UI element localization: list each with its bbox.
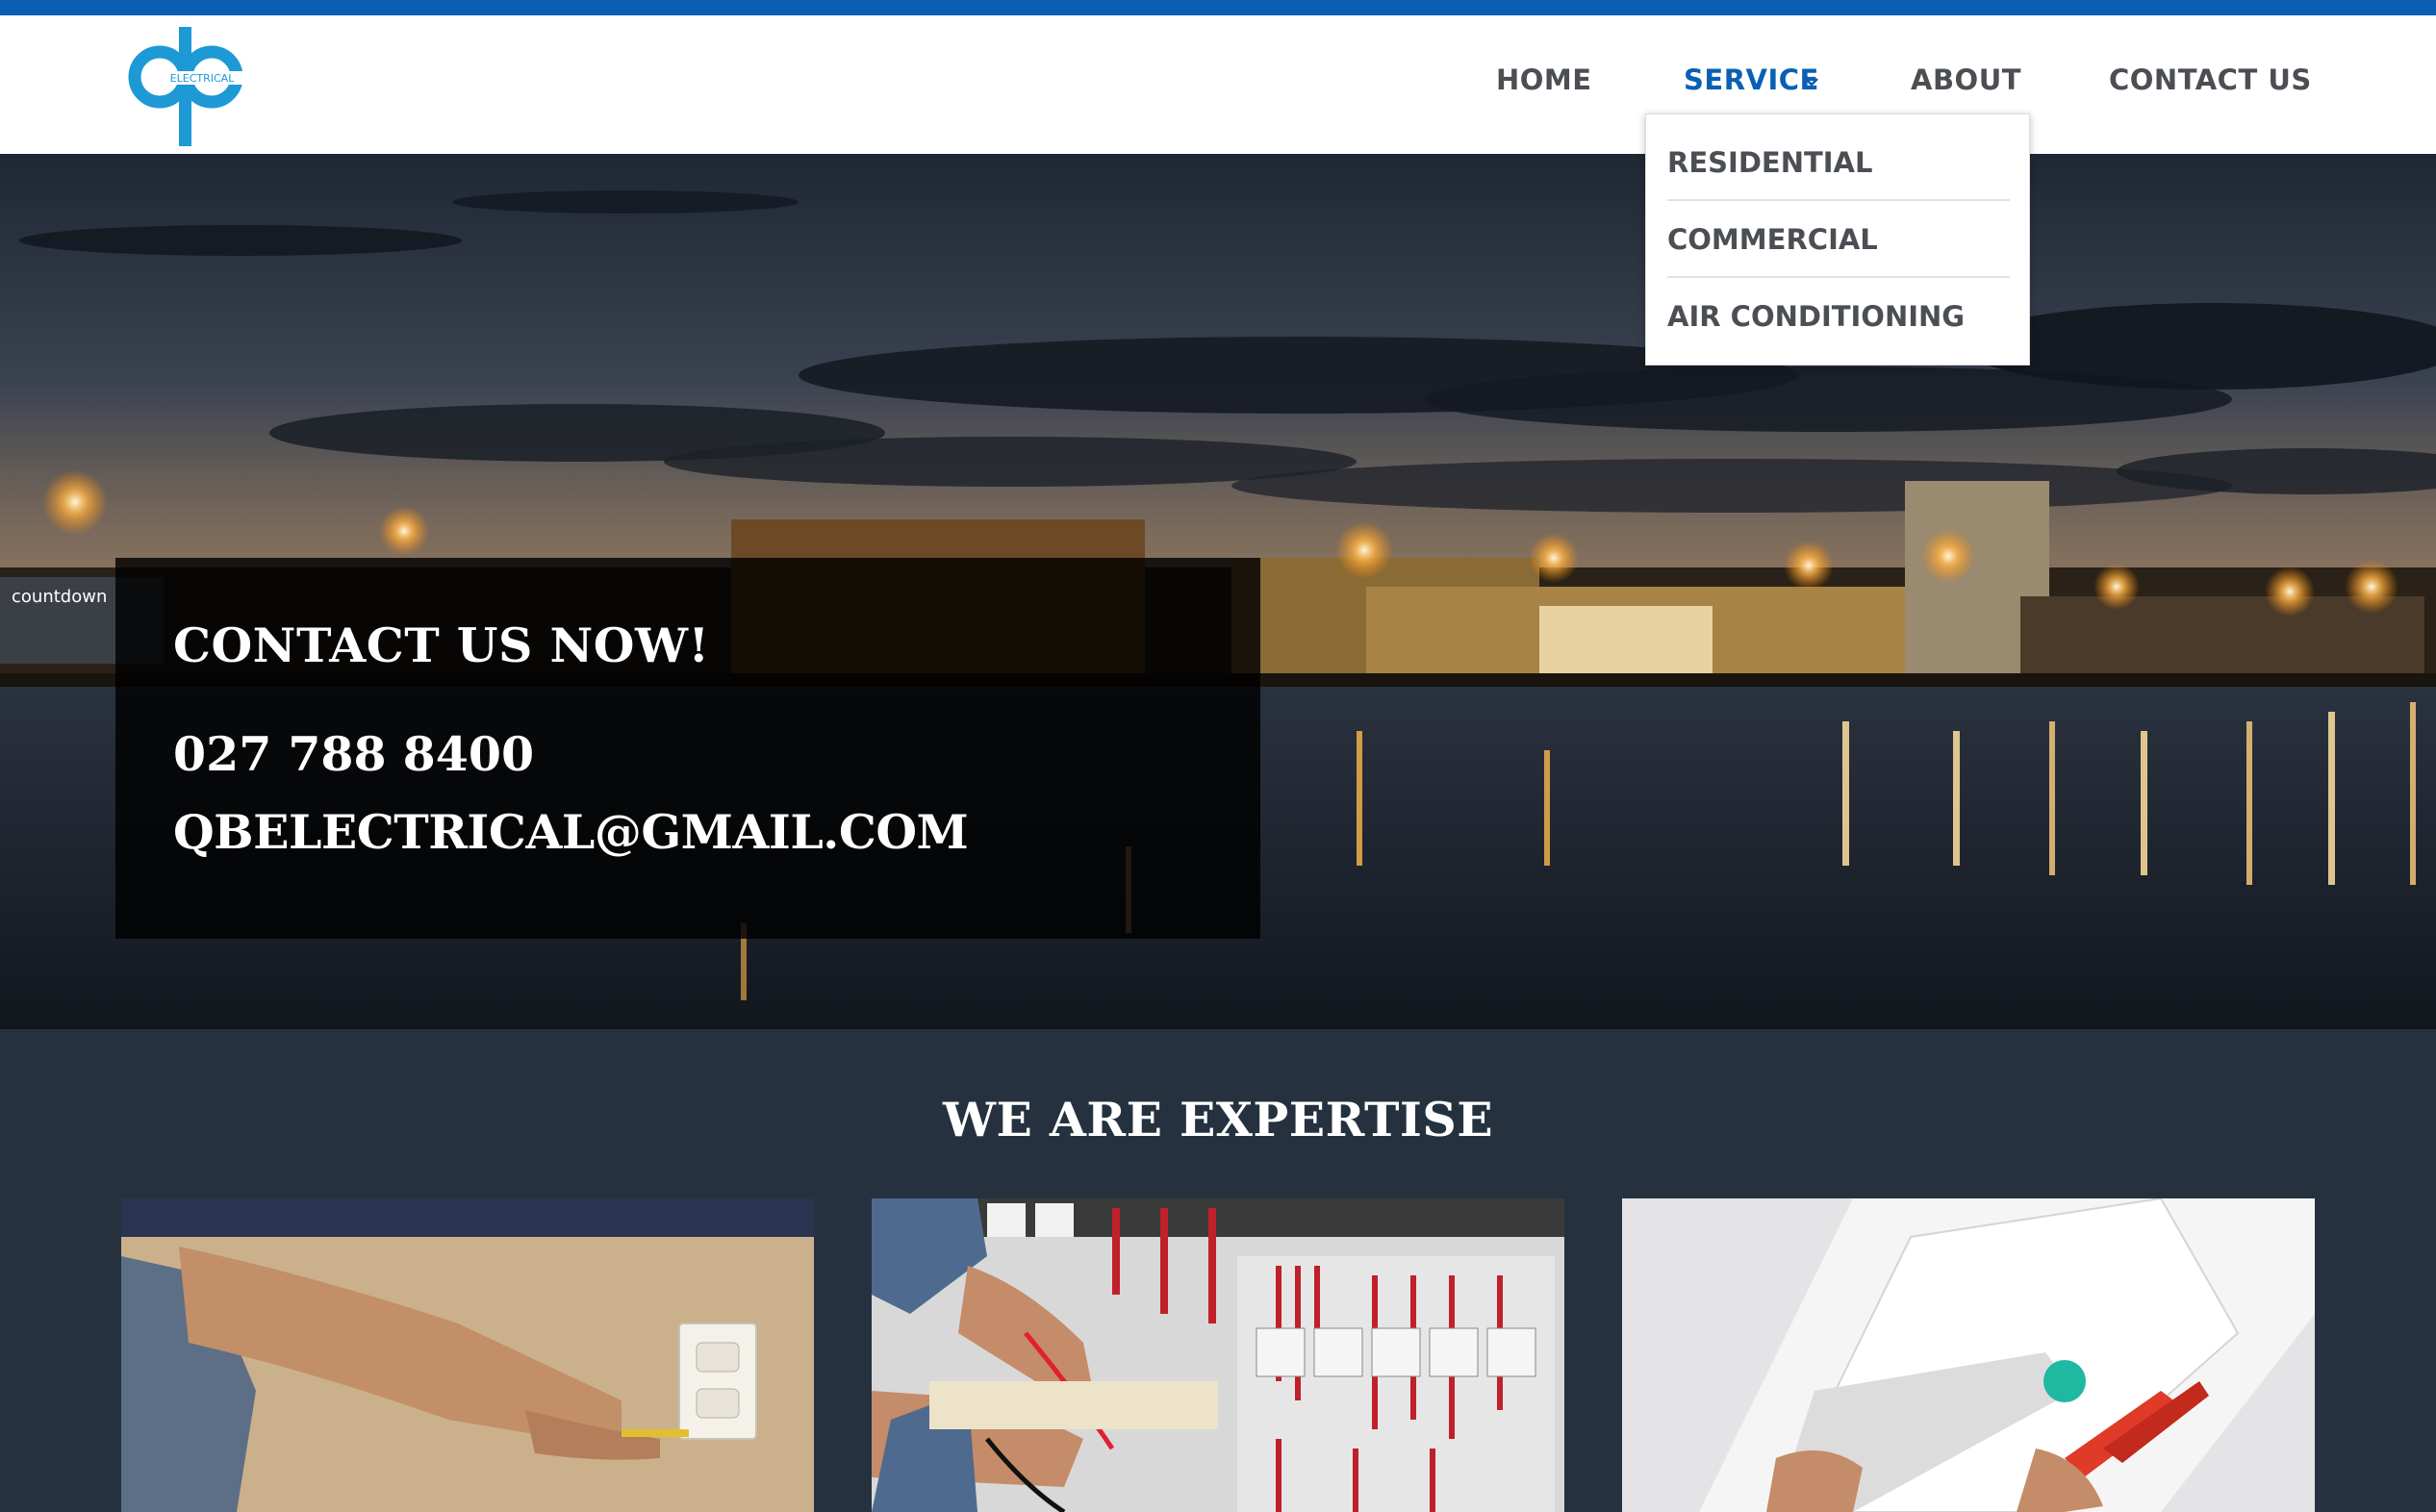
nav-home[interactable]: HOME: [1496, 63, 1592, 96]
contact-us-panel: CONTACT US NOW! 027 788 8400 QBELECTRICA…: [115, 558, 1260, 939]
logo-subtext: ELECTRICAL: [170, 72, 236, 85]
contact-phone[interactable]: 027 788 8400: [173, 726, 534, 782]
top-accent-bar: [0, 0, 2436, 15]
chevron-down-icon[interactable]: [1799, 69, 1824, 94]
section-title: WE ARE EXPERTISE: [942, 1092, 1494, 1147]
site-header: ELECTRICAL HOME SERVICE ABOUT CONTACT US: [0, 15, 2436, 154]
expertise-section: WE ARE EXPERTISE: [0, 1029, 2436, 1512]
residential-outlet-image: [121, 1198, 814, 1512]
menu-item-commercial[interactable]: COMMERCIAL: [1667, 201, 2010, 278]
service-dropdown-menu: RESIDENTIAL COMMERCIAL AIR CONDITIONING: [1645, 113, 2030, 365]
hero-banner: countdown CONTACT US NOW! 027 788 8400 Q…: [0, 154, 2436, 1029]
countdown-sign: countdown: [12, 587, 107, 607]
nav-about[interactable]: ABOUT: [1911, 63, 2021, 96]
nav-contact-us[interactable]: CONTACT US: [2109, 63, 2312, 96]
residential-card[interactable]: [121, 1198, 814, 1512]
contact-title: CONTACT US NOW!: [173, 617, 710, 673]
menu-item-residential[interactable]: RESIDENTIAL: [1667, 124, 2010, 201]
commercial-panel-image: [872, 1198, 1564, 1512]
qb-electrical-logo[interactable]: ELECTRICAL: [119, 23, 246, 150]
contact-email[interactable]: QBELECTRICAL@GMAIL.COM: [173, 804, 969, 860]
air-conditioning-image: [1622, 1198, 2315, 1512]
commercial-card[interactable]: [872, 1198, 1564, 1512]
air-conditioning-card[interactable]: [1622, 1198, 2315, 1512]
menu-item-air-conditioning[interactable]: AIR CONDITIONING: [1667, 278, 2010, 355]
